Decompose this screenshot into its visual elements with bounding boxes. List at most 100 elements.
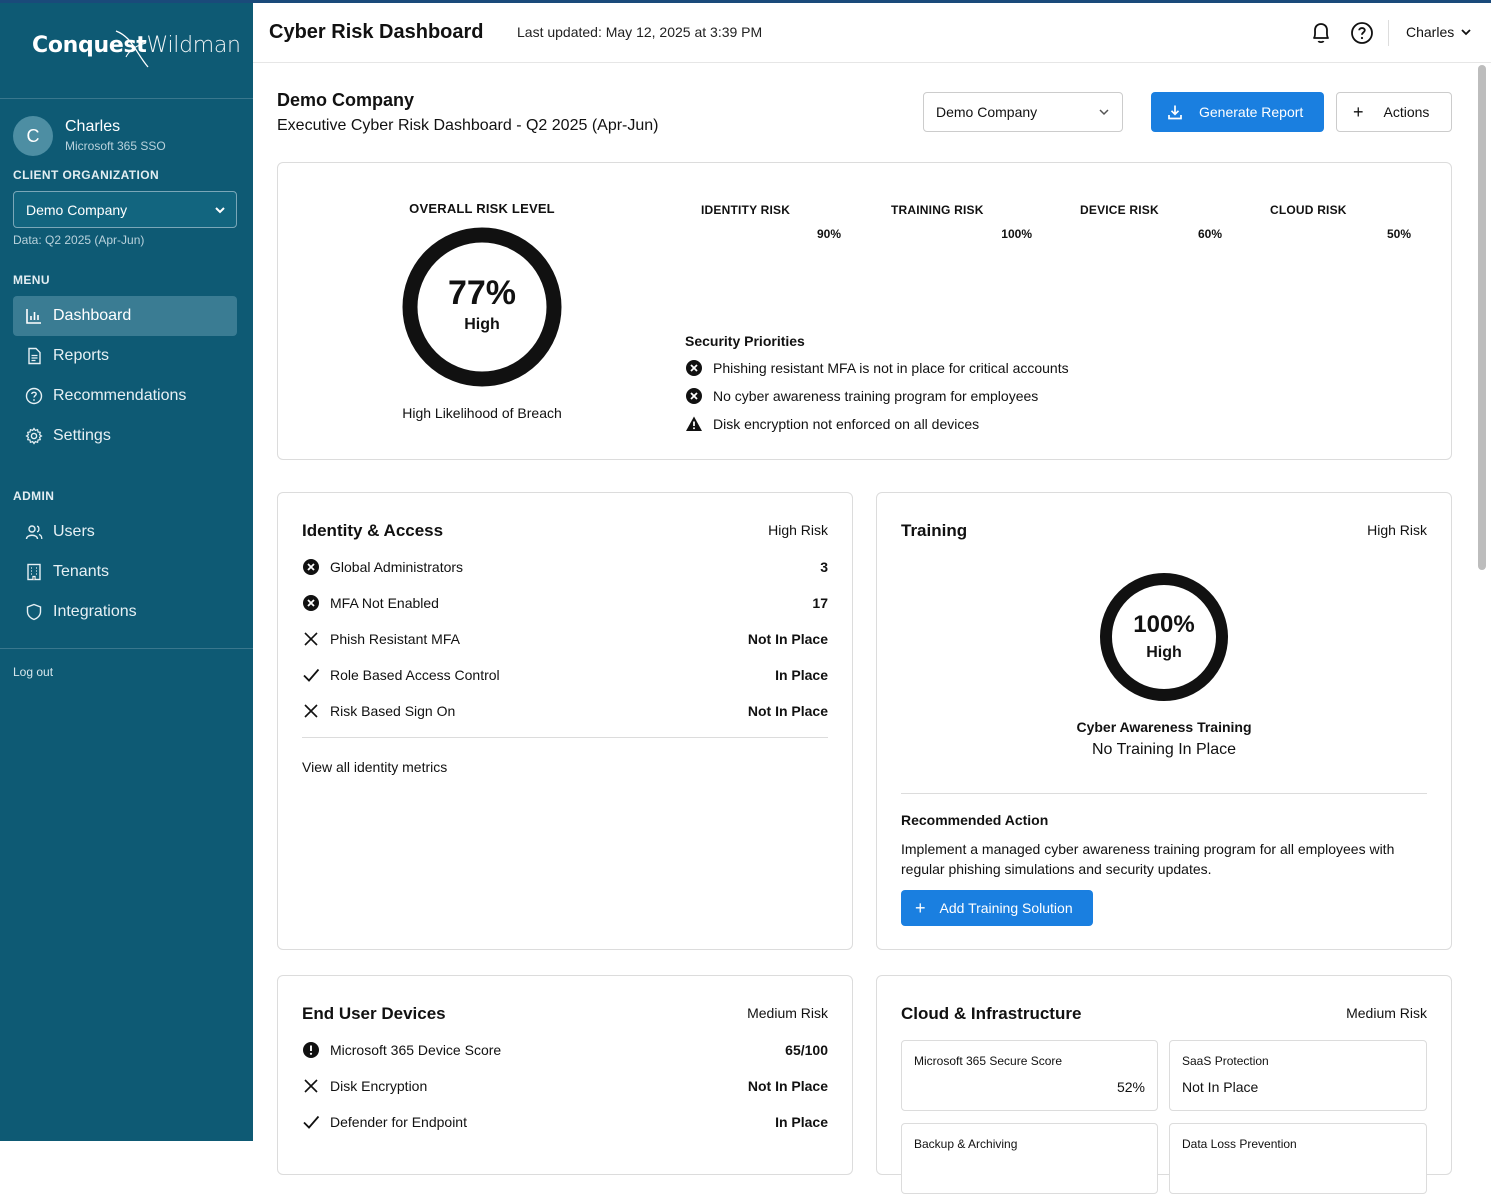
metric-value: In Place <box>775 1114 828 1130</box>
overall-risk-gauge: 77% High <box>401 226 563 388</box>
overall-risk-percent: 77% <box>447 274 517 312</box>
sidebar-item-settings[interactable]: Settings <box>13 416 237 456</box>
risk-value: 60% <box>1197 227 1222 241</box>
metric-value: Not In Place <box>747 1078 828 1094</box>
user-menu-name: Charles <box>1406 24 1455 40</box>
section-title: Identity & Access <box>302 521 444 540</box>
metric-row: MFA Not Enabled 17 <box>302 593 828 613</box>
sidebar-item-tenants[interactable]: Tenants <box>13 552 237 592</box>
backup-archiving-tile[interactable]: Backup & Archiving <box>901 1123 1158 1194</box>
main-area: Cyber Risk Dashboard Last updated: May 1… <box>253 3 1491 1194</box>
company-select-value: Demo Company <box>936 104 1038 120</box>
add-training-solution-button[interactable]: + Add Training Solution <box>901 890 1093 926</box>
x-circle-icon <box>303 559 319 575</box>
x-circle-icon <box>686 388 702 404</box>
logo-swoosh-icon <box>115 30 149 68</box>
end-user-devices-card: End User Devices Medium Risk Microsoft 3… <box>277 975 853 1175</box>
dashboard-subtitle: Executive Cyber Risk Dashboard - Q2 2025… <box>277 117 659 134</box>
sidebar-item-label: Settings <box>53 427 111 444</box>
generate-report-button[interactable]: Generate Report <box>1151 92 1324 132</box>
sidebar-item-integrations[interactable]: Integrations <box>13 592 237 632</box>
logout-link[interactable]: Log out <box>13 665 53 679</box>
metric-value: Not In Place <box>747 703 828 719</box>
risk-badge: Medium Risk <box>1346 1005 1427 1021</box>
training-risk-level: High <box>1146 643 1182 661</box>
metric-row: Role Based Access Control In Place <box>302 665 828 685</box>
overall-risk-level: High <box>464 316 500 333</box>
sidebar-item-users[interactable]: Users <box>13 512 237 552</box>
training-status: No Training In Place <box>1091 741 1237 758</box>
view-all-identity-link[interactable]: View all identity metrics <box>302 759 447 775</box>
overall-risk-label: OVERALL RISK LEVEL <box>409 201 555 216</box>
sidebar-item-dashboard[interactable]: Dashboard <box>13 296 237 336</box>
bar-chart-icon <box>26 309 41 324</box>
chevron-down-icon <box>1099 109 1109 116</box>
check-icon <box>303 668 320 682</box>
training-risk-gauge: 100% High <box>1099 572 1229 702</box>
sidebar: ConquestWildman C Charles Microsoft 365 … <box>0 3 253 1141</box>
cloud-risk-stat: CLOUD RISK 50% <box>1270 203 1411 241</box>
scrollbar[interactable] <box>1478 65 1486 570</box>
sidebar-divider <box>0 98 253 99</box>
priority-item: Phishing resistant MFA is not in place f… <box>685 359 1069 377</box>
user-menu[interactable]: Charles <box>1406 24 1472 40</box>
overall-risk-card: OVERALL RISK LEVEL 77% High High Likelih… <box>277 162 1452 460</box>
training-card: Training High Risk 100% High Cyber Aware… <box>876 492 1452 950</box>
sidebar-item-label: Users <box>53 523 95 540</box>
metric-label: Risk Based Sign On <box>330 703 456 719</box>
metric-label: MFA Not Enabled <box>330 595 439 611</box>
sidebar-item-recommendations[interactable]: Recommendations <box>13 376 237 416</box>
admin-label: ADMIN <box>13 489 55 503</box>
metric-label: Role Based Access Control <box>330 667 500 683</box>
download-icon <box>1168 105 1182 120</box>
client-org-select[interactable]: Demo Company <box>13 191 237 228</box>
bell-icon[interactable] <box>1310 21 1332 45</box>
metric-value: Not In Place <box>747 631 828 647</box>
secure-score-tile[interactable]: Microsoft 365 Secure Score 52% <box>901 1040 1158 1111</box>
breach-likelihood: High Likelihood of Breach <box>402 405 562 421</box>
metric-value: 3 <box>820 559 828 575</box>
metric-value: 17 <box>812 595 828 611</box>
check-icon <box>303 1115 320 1129</box>
metric-row: Defender for Endpoint In Place <box>302 1112 828 1132</box>
actions-button[interactable]: + Actions <box>1336 92 1452 132</box>
section-title: Training <box>901 521 968 540</box>
plus-icon: + <box>915 898 926 918</box>
metric-value: 65/100 <box>785 1042 828 1058</box>
client-org-label: CLIENT ORGANIZATION <box>13 168 160 182</box>
sidebar-item-label: Integrations <box>53 603 137 620</box>
exclamation-circle-icon <box>303 1042 319 1058</box>
chevron-down-icon <box>1461 29 1471 36</box>
x-mark-icon <box>304 1079 318 1093</box>
tile-label: SaaS Protection <box>1182 1054 1269 1068</box>
divider <box>302 737 828 738</box>
help-icon[interactable] <box>1350 21 1374 45</box>
divider <box>901 793 1427 794</box>
data-loss-prevention-tile[interactable]: Data Loss Prevention <box>1169 1123 1427 1194</box>
risk-value: 90% <box>816 227 841 241</box>
top-bar: Cyber Risk Dashboard Last updated: May 1… <box>253 3 1491 63</box>
training-risk-percent: 100% <box>1133 610 1195 638</box>
actions-label: Actions <box>1383 104 1430 120</box>
metric-value: In Place <box>775 667 828 683</box>
topbar-separator <box>1388 20 1389 46</box>
section-title: Cloud & Infrastructure <box>901 1004 1082 1023</box>
user-auth-method: Microsoft 365 SSO <box>65 139 166 153</box>
device-risk-stat: DEVICE RISK 60% <box>1080 203 1222 241</box>
metric-row: Risk Based Sign On Not In Place <box>302 701 828 721</box>
security-priorities-title: Security Priorities <box>685 333 805 349</box>
avatar[interactable]: C <box>13 116 53 156</box>
menu-label: MENU <box>13 273 50 287</box>
data-period: Data: Q2 2025 (Apr-Jun) <box>13 233 145 247</box>
metric-row: Phish Resistant MFA Not In Place <box>302 629 828 649</box>
sidebar-item-reports[interactable]: Reports <box>13 336 237 376</box>
cloud-infrastructure-card: Cloud & Infrastructure Medium Risk Micro… <box>876 975 1452 1194</box>
tile-value: 52% <box>1116 1079 1145 1095</box>
tile-label: Microsoft 365 Secure Score <box>914 1054 1063 1068</box>
company-select[interactable]: Demo Company <box>923 92 1123 132</box>
question-circle-icon <box>25 387 43 405</box>
section-title: End User Devices <box>302 1004 446 1023</box>
sidebar-item-label: Reports <box>53 347 110 364</box>
client-org-value: Demo Company <box>26 201 128 218</box>
saas-protection-tile[interactable]: SaaS Protection Not In Place <box>1169 1040 1427 1111</box>
